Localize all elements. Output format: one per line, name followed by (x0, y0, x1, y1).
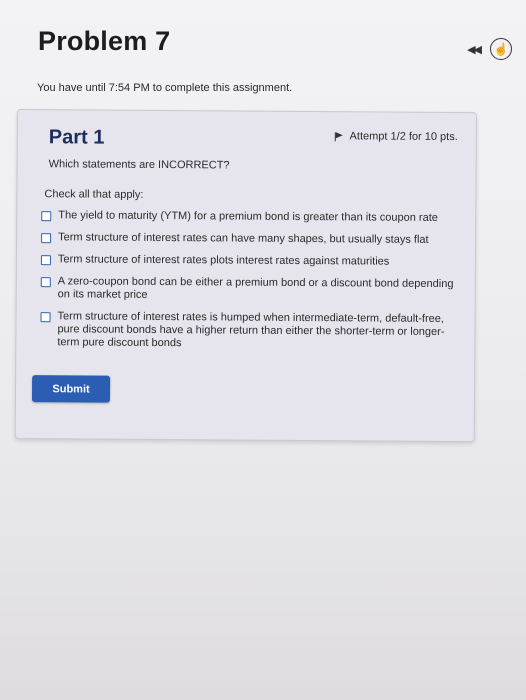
option-item[interactable]: Term structure of interest rates plots i… (40, 253, 461, 269)
option-label: Term structure of interest rates is hump… (57, 310, 445, 350)
top-icons: ◀◀ ☝ (467, 38, 512, 60)
option-label: Term structure of interest rates can hav… (58, 231, 429, 246)
option-label: The yield to maturity (YTM) for a premiu… (58, 209, 438, 224)
option-label: Term structure of interest rates plots i… (57, 253, 390, 268)
option-item[interactable]: Term structure of interest rates is hump… (40, 310, 460, 352)
option-checkbox[interactable] (40, 312, 51, 323)
option-checkbox[interactable] (41, 233, 52, 244)
page-title: Problem 7 (38, 26, 171, 56)
submit-button[interactable]: Submit (31, 375, 111, 403)
deadline-text: You have until 7:54 PM to complete this … (37, 82, 293, 94)
flag-icon (335, 132, 344, 140)
question-card: Part 1 Attempt 1/2 for 10 pts. Which sta… (14, 109, 477, 443)
attempt-info: Attempt 1/2 for 10 pts. (335, 130, 458, 143)
option-checkbox[interactable] (40, 255, 51, 266)
option-item[interactable]: Term structure of interest rates can hav… (41, 231, 461, 247)
option-item[interactable]: The yield to maturity (YTM) for a premiu… (41, 209, 461, 225)
option-label: A zero-coupon bond can be either a premi… (57, 275, 454, 301)
hand-icon[interactable]: ☝ (490, 38, 512, 60)
attempt-text: Attempt 1/2 for 10 pts. (349, 130, 458, 144)
options-list: The yield to maturity (YTM) for a premiu… (40, 209, 461, 361)
part-title: Part 1 (48, 126, 105, 149)
option-item[interactable]: A zero-coupon bond can be either a premi… (40, 275, 461, 304)
rewind-icon[interactable]: ◀◀ (467, 43, 482, 56)
option-checkbox[interactable] (40, 277, 51, 288)
option-checkbox[interactable] (41, 211, 52, 222)
instruction-text: Check all that apply: (44, 188, 144, 201)
question-text: Which statements are INCORRECT? (48, 158, 230, 172)
